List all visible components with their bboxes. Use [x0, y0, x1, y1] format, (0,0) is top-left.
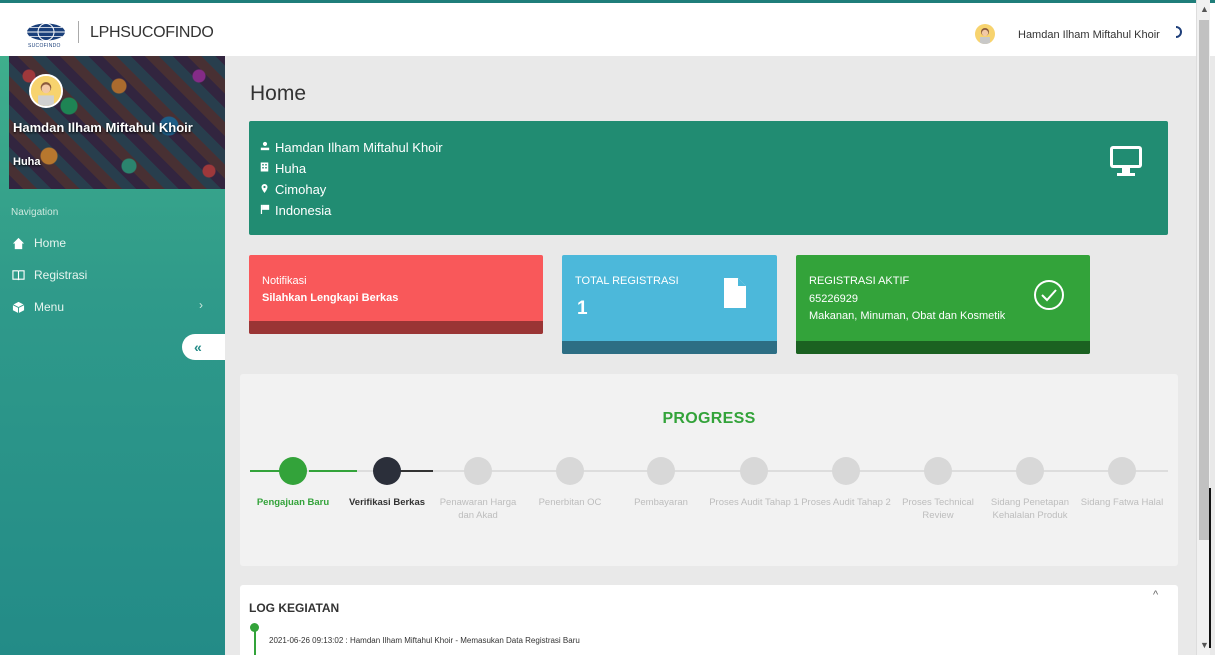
progress-title: PROGRESS — [662, 410, 756, 427]
sidebar-item-menu[interactable]: Menu › — [11, 298, 211, 316]
scroll-down-icon[interactable]: ▼ — [1200, 640, 1209, 650]
timeline-line — [254, 630, 256, 655]
brand-name[interactable]: LPHSUCOFINDO — [90, 24, 214, 42]
flag-icon — [260, 204, 272, 217]
activity-log-title: LOG KEGIATAN — [249, 601, 340, 615]
total-registrasi-value: 1 — [577, 298, 588, 319]
top-bar: SUCOFINDO LPHSUCOFINDO Hamdan Ilham Mift… — [0, 0, 1215, 56]
progress-step-label: Proses Technical Review — [902, 497, 974, 521]
user-icon — [260, 141, 272, 154]
progress-step-dot[interactable] — [832, 457, 860, 485]
profile-country-row: Indonesia — [260, 203, 331, 218]
progress-step-dot[interactable] — [279, 457, 307, 485]
progress-step-dot[interactable] — [373, 457, 401, 485]
logo-divider — [78, 21, 79, 43]
map-marker-icon — [260, 183, 272, 197]
check-circle-icon — [1034, 280, 1064, 310]
progress-step-label: Pengajuan Baru — [256, 497, 330, 508]
registrasi-aktif-card[interactable]: REGISTRASI AKTIF 65226929 Makanan, Minum… — [796, 255, 1090, 354]
progress-step-dot[interactable] — [1016, 457, 1044, 485]
double-chevron-left-icon: « — [194, 339, 202, 355]
sidebar-collapse-button[interactable]: « — [182, 334, 225, 360]
registrasi-aktif-id: 65226929 — [809, 293, 858, 305]
sidebar: Hamdan Ilham Miftahul Khoir Huha Navigat… — [0, 56, 225, 655]
progress-card: PROGRESS Pengajuan Baru Verifikasi Berka… — [240, 374, 1178, 566]
chevron-up-icon[interactable]: ^ — [1153, 589, 1158, 601]
sidebar-profile-org: Huha — [13, 156, 41, 168]
progress-step-dot[interactable] — [556, 457, 584, 485]
sidebar-item-label: Registrasi — [34, 268, 88, 282]
building-icon — [260, 162, 272, 175]
profile-country: Indonesia — [275, 203, 332, 218]
profile-card: Hamdan Ilham Miftahul Khoir Huha Cimohay… — [249, 121, 1168, 235]
profile-city-row: Cimohay — [260, 182, 326, 197]
profile-name: Hamdan Ilham Miftahul Khoir — [275, 140, 443, 155]
progress-step-dot[interactable] — [924, 457, 952, 485]
scrollbar-thumb[interactable] — [1199, 20, 1209, 540]
progress-step-label: Penawaran Harga dan Akad — [439, 497, 517, 521]
total-registrasi-title: TOTAL REGISTRASI — [575, 275, 679, 287]
notification-message: Silahkan Lengkapi Berkas — [262, 292, 399, 304]
sidebar-item-label: Menu — [34, 300, 65, 314]
sucofindo-logo-icon[interactable] — [26, 23, 66, 41]
book-icon — [11, 268, 25, 282]
progress-step-label: Penerbitan OC — [538, 497, 602, 508]
notification-title: Notifikasi — [262, 275, 307, 287]
progress-step-label: Verifikasi Berkas — [348, 497, 426, 508]
profile-name-row: Hamdan Ilham Miftahul Khoir — [260, 140, 443, 155]
sidebar-profile-header: Hamdan Ilham Miftahul Khoir Huha — [9, 56, 225, 189]
activity-log-entry: 2021-06-26 09:13:02 : Hamdan Ilham Mifta… — [269, 636, 580, 645]
progress-step-dot[interactable] — [1108, 457, 1136, 485]
page-title: Home — [250, 82, 307, 105]
profile-org-row: Huha — [260, 161, 306, 176]
logout-icon[interactable] — [1173, 25, 1185, 39]
sidebar-item-registrasi[interactable]: Registrasi — [11, 266, 211, 284]
progress-step-label: Proses Audit Tahap 1 — [709, 497, 799, 508]
card-footer — [249, 321, 543, 334]
registrasi-aktif-category: Makanan, Minuman, Obat dan Kosmetik — [809, 310, 1006, 322]
progress-step-label: Proses Audit Tahap 2 — [801, 497, 891, 508]
edge-divider — [1209, 488, 1211, 648]
registrasi-aktif-title: REGISTRASI AKTIF — [809, 275, 910, 287]
cube-icon — [11, 300, 25, 314]
notification-card[interactable]: Notifikasi Silahkan Lengkapi Berkas — [249, 255, 543, 334]
sidebar-profile-name: Hamdan Ilham Miftahul Khoir — [13, 120, 193, 135]
home-icon — [11, 236, 25, 250]
monitor-icon — [1110, 146, 1142, 176]
progress-step-label: Sidang Fatwa Halal — [1080, 497, 1164, 508]
card-footer — [796, 341, 1090, 354]
progress-step-dot[interactable] — [740, 457, 768, 485]
progress-step-dot[interactable] — [464, 457, 492, 485]
scroll-up-icon[interactable]: ▲ — [1200, 4, 1209, 14]
file-icon — [724, 278, 746, 308]
progress-step-dot[interactable] — [647, 457, 675, 485]
profile-city: Cimohay — [275, 182, 327, 197]
user-avatar[interactable] — [975, 24, 995, 44]
progress-step-label: Pembayaran — [634, 497, 688, 508]
sidebar-avatar[interactable] — [29, 74, 63, 108]
page-scrollbar[interactable]: ▲ ▼ — [1196, 0, 1210, 655]
total-registrasi-card[interactable]: TOTAL REGISTRASI 1 — [562, 255, 777, 354]
sidebar-item-home[interactable]: Home — [11, 234, 211, 252]
card-footer — [562, 341, 777, 354]
sidebar-item-label: Home — [34, 236, 67, 250]
logo-subtitle: SUCOFINDO — [28, 43, 61, 49]
user-name-top[interactable]: Hamdan Ilham Miftahul Khoir — [1018, 29, 1160, 41]
progress-track-done — [309, 470, 357, 472]
activity-log-card: LOG KEGIATAN ^ 2021-06-26 09:13:02 : Ham… — [240, 585, 1178, 655]
progress-step-label: Sidang Penetapan Kehalalan Produk — [990, 497, 1070, 521]
chevron-right-icon: › — [199, 298, 203, 312]
profile-org: Huha — [275, 161, 307, 176]
nav-section-label: Navigation — [11, 207, 59, 218]
